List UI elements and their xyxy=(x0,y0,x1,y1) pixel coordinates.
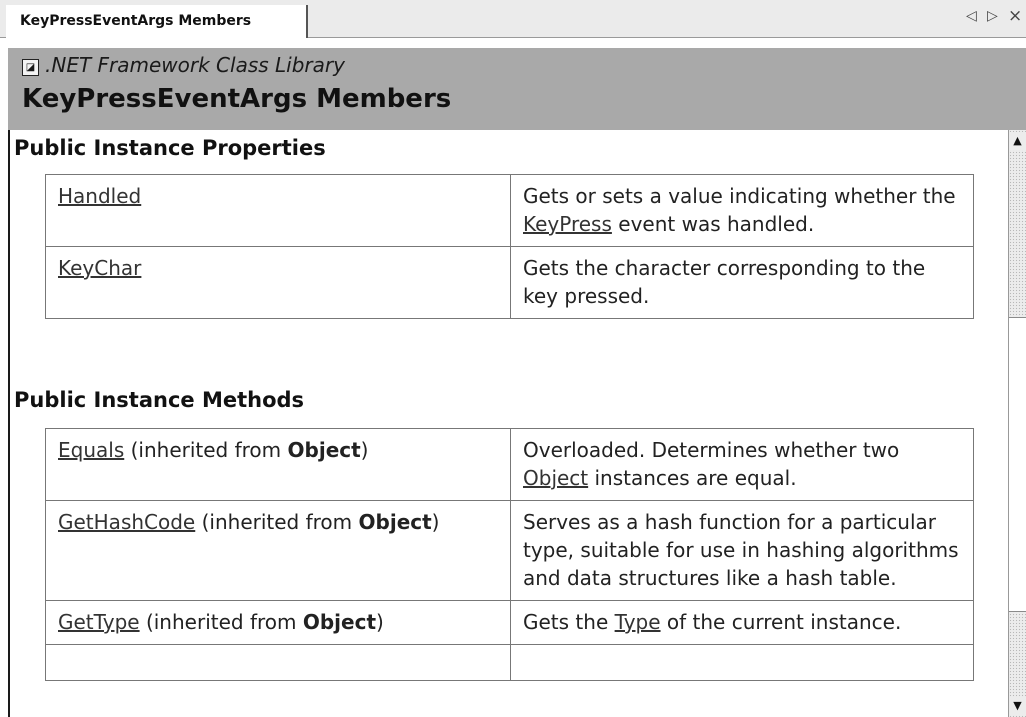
tab-scroll-right-icon[interactable]: ▷ xyxy=(987,8,998,24)
document-tab-bar: KeyPressEventArgs Members ◁ ▷ × xyxy=(0,0,1026,38)
inherited-close: ) xyxy=(360,438,369,462)
member-name-cell xyxy=(45,644,511,681)
table-row: GetHashCode (inherited from Object) Serv… xyxy=(45,500,974,601)
table-row: Handled Gets or sets a value indicating … xyxy=(45,174,974,247)
inherited-text: (inherited from xyxy=(124,438,288,462)
scrollbar-thumb[interactable] xyxy=(1009,317,1026,612)
member-description-cell: Gets the character corresponding to the … xyxy=(510,246,974,319)
member-description-cell: Overloaded. Determines whether two Objec… xyxy=(510,428,974,501)
member-description-cell: Gets the Type of the current instance. xyxy=(510,600,974,645)
description-text: instances are equal. xyxy=(588,466,797,490)
member-description-cell xyxy=(510,644,974,681)
inherited-close: ) xyxy=(431,510,440,534)
member-name-cell: GetType (inherited from Object) xyxy=(45,600,511,645)
inherited-owner: Object xyxy=(302,610,377,634)
description-text: Gets the character corresponding to the … xyxy=(523,256,926,308)
inline-link-type[interactable]: Type xyxy=(615,610,661,634)
vertical-scrollbar[interactable]: ▲ ▼ xyxy=(1008,130,1026,717)
expand-collapse-icon[interactable]: ◪ xyxy=(22,59,39,76)
inherited-owner: Object xyxy=(358,510,432,534)
member-name-cell: GetHashCode (inherited from Object) xyxy=(45,500,511,601)
table-row: KeyChar Gets the character corresponding… xyxy=(45,246,974,319)
inline-link-keypress[interactable]: KeyPress xyxy=(523,212,612,236)
description-text: of the current instance. xyxy=(660,610,902,634)
close-tab-icon[interactable]: × xyxy=(1008,6,1022,26)
scroll-down-icon[interactable]: ▼ xyxy=(1009,697,1026,715)
description-text: Gets or sets a value indicating whether … xyxy=(523,184,956,208)
methods-table: Equals (inherited from Object) Overloade… xyxy=(45,428,974,681)
library-name: .NET Framework Class Library xyxy=(45,53,345,77)
member-name-cell: Equals (inherited from Object) xyxy=(45,428,511,501)
inherited-text: (inherited from xyxy=(195,510,359,534)
inherited-text: (inherited from xyxy=(139,610,303,634)
member-link-handled[interactable]: Handled xyxy=(58,184,141,208)
description-text: Overloaded. Determines whether two xyxy=(523,438,900,462)
table-row: GetType (inherited from Object) Gets the… xyxy=(45,600,974,645)
scroll-up-icon[interactable]: ▲ xyxy=(1009,132,1026,150)
description-text: Gets the xyxy=(523,610,615,634)
content-left-border xyxy=(8,130,10,717)
description-text: event was handled. xyxy=(611,212,815,236)
member-name-cell: Handled xyxy=(45,174,511,247)
page-header-banner: ◪ .NET Framework Class Library KeyPressEv… xyxy=(8,48,1026,130)
properties-table: Handled Gets or sets a value indicating … xyxy=(45,174,974,319)
inherited-owner: Object xyxy=(287,438,361,462)
inherited-close: ) xyxy=(376,610,384,634)
member-description-cell: Gets or sets a value indicating whether … xyxy=(510,174,974,247)
section-heading-properties: Public Instance Properties xyxy=(14,136,326,160)
member-link-gettype[interactable]: GetType xyxy=(58,610,140,634)
library-line: ◪ .NET Framework Class Library xyxy=(22,53,345,77)
table-row xyxy=(45,644,974,681)
section-heading-methods: Public Instance Methods xyxy=(14,388,305,412)
inline-link-object[interactable]: Object xyxy=(523,466,588,490)
description-text: Serves as a hash function for a particul… xyxy=(523,510,959,590)
tab-scroll-left-icon[interactable]: ◁ xyxy=(966,8,977,24)
member-name-cell: KeyChar xyxy=(45,246,511,319)
tab-keypresseventargs-members[interactable]: KeyPressEventArgs Members xyxy=(6,5,308,38)
member-link-gethashcode[interactable]: GetHashCode xyxy=(58,510,195,534)
page-title: KeyPressEventArgs Members xyxy=(22,84,452,114)
member-link-equals[interactable]: Equals xyxy=(58,438,124,462)
member-description-cell: Serves as a hash function for a particul… xyxy=(510,500,974,601)
table-row: Equals (inherited from Object) Overloade… xyxy=(45,428,974,501)
member-link-keychar[interactable]: KeyChar xyxy=(58,256,141,280)
